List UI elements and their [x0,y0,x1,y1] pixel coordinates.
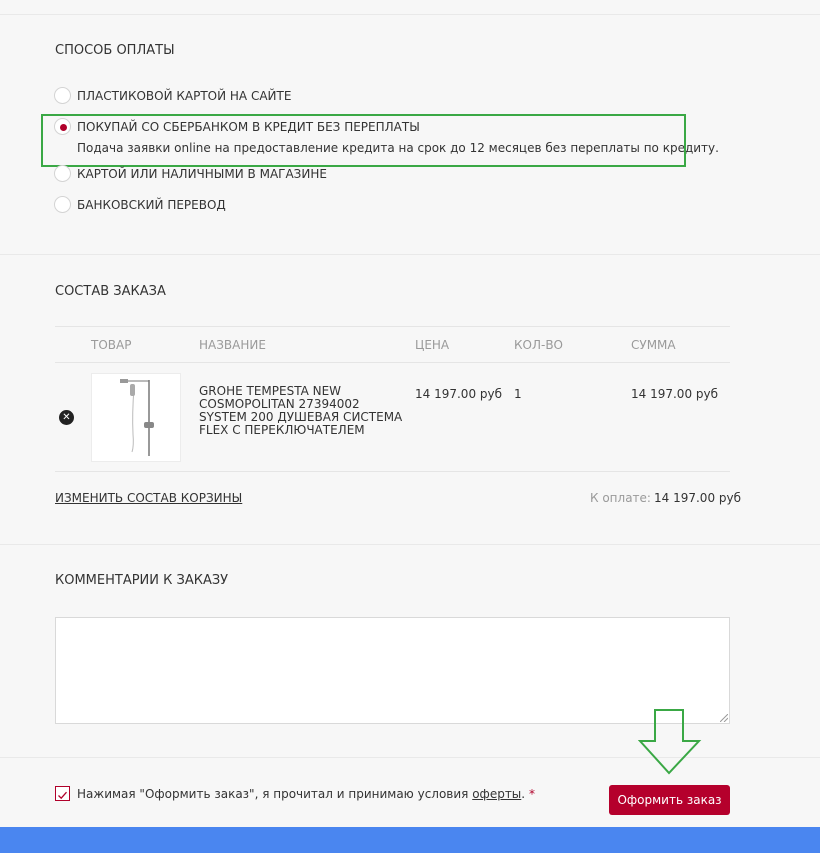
total-label: К оплате: [590,491,651,505]
payment-option-label: КАРТОЙ ИЛИ НАЛИЧНЫМИ В МАГАЗИНЕ [77,166,327,181]
resize-grip-icon[interactable] [720,714,728,722]
offer-link[interactable]: оферты [472,787,521,801]
radio-button[interactable] [54,87,71,104]
payment-option-label: БАНКОВСКИЙ ПЕРЕВОД [77,197,226,212]
product-name[interactable]: GROHE TEMPESTA NEW COSMOPOLITAN 27394002… [199,385,409,437]
payment-option-bank-transfer[interactable]: БАНКОВСКИЙ ПЕРЕВОД [54,196,226,213]
shower-system-icon [120,379,154,456]
required-mark: * [528,787,535,801]
total-value: 14 197.00 руб [654,491,742,505]
comments-title: КОММЕНТАРИИ К ЗАКАЗУ [55,573,229,588]
item-price: 14 197.00 руб [415,387,503,401]
table-divider [55,471,730,472]
agreement-checkbox[interactable] [55,786,70,801]
payment-option-card-online[interactable]: ПЛАСТИКОВОЙ КАРТОЙ НА САЙТЕ [54,87,291,104]
place-order-button[interactable]: Оформить заказ [609,785,730,815]
highlight-annotation [41,114,686,167]
agreement-text-before: Нажимая "Оформить заказ", я прочитал и п… [77,787,473,801]
table-divider [55,362,730,363]
order-comment-textarea[interactable] [55,617,730,724]
payment-option-label: ПЛАСТИКОВОЙ КАРТОЙ НА САЙТЕ [77,88,292,103]
product-image[interactable] [91,373,181,462]
table-divider [55,326,730,327]
radio-button[interactable] [54,196,71,213]
agreement-text: Нажимая "Оформить заказ", я прочитал и п… [77,787,535,801]
column-header-product: ТОВАР [91,338,132,352]
arrow-down-icon [638,709,702,775]
payment-option-card-or-cash-in-store[interactable]: КАРТОЙ ИЛИ НАЛИЧНЫМИ В МАГАЗИНЕ [54,165,327,182]
radio-button[interactable] [54,165,71,182]
order-title: СОСТАВ ЗАКАЗА [55,284,166,299]
agreement-text-after: . [521,787,526,801]
column-header-sum: СУММА [631,338,676,352]
payment-title: СПОСОБ ОПЛАТЫ [55,43,175,58]
column-header-price: ЦЕНА [415,338,450,352]
column-header-name: НАЗВАНИЕ [199,338,266,352]
column-header-qty: КОЛ-ВО [514,338,563,352]
item-sum: 14 197.00 руб [631,387,719,401]
change-cart-link[interactable]: ИЗМЕНИТЬ СОСТАВ КОРЗИНЫ [55,491,242,505]
bottom-bar [0,827,820,853]
item-qty: 1 [514,387,522,401]
remove-item-icon[interactable]: ✕ [59,410,74,425]
checkmark-icon [58,791,67,800]
